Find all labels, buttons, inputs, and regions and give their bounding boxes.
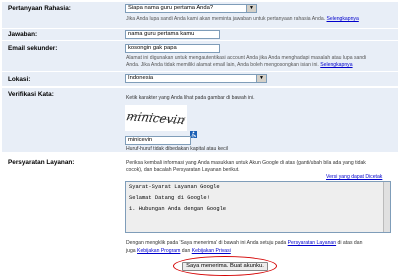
secondary-email-help-link[interactable]: Selengkapnya — [320, 62, 352, 68]
security-question-help-text: Jika Anda lupa sandi Anda kami akan memi… — [126, 16, 326, 22]
agree-line2: juga Kebijakan Program dan Kebijakan Pri… — [126, 248, 231, 254]
privacy-policy-link[interactable]: Kebijakan Privasi — [192, 248, 231, 254]
word-verification-label: Verifikasi Kata: — [8, 91, 54, 98]
agree-middle: di atas dan — [336, 240, 363, 246]
tos-line: 1. Hubungan Anda dengan Google — [129, 206, 227, 212]
secondary-email-help-line2: Anda. Jika Anda tidak memiliki alamat em… — [126, 62, 353, 68]
terms-label: Persyaratan Layanan: — [8, 159, 75, 166]
agree-tos-link[interactable]: Persyaratan Layanan — [288, 240, 336, 246]
tos-scrollbar[interactable] — [383, 182, 390, 232]
captcha-text: minicevin — [125, 109, 186, 127]
secondary-email-help-line1: Alamat ini digunakan untuk mengautentika… — [126, 55, 367, 61]
terms-of-service-box[interactable]: Syarat-Syarat Layanan Google Selamat Dat… — [125, 181, 391, 233]
location-label: Lokasi: — [8, 76, 31, 83]
wheelchair-icon[interactable] — [190, 125, 197, 138]
terms-instruction-line2: cocok), dan bacalah Persyaratan Layanan … — [126, 167, 240, 173]
answer-input[interactable]: nama guru pertama kamu — [125, 30, 220, 39]
secondary-email-input[interactable]: kosongin gak papa — [125, 44, 220, 53]
secondary-email-label: Email sekunder: — [8, 45, 58, 52]
program-policy-link[interactable]: Kebijakan Program — [137, 248, 180, 254]
captcha-image: minicevin — [125, 105, 187, 131]
word-verification-instruction: Ketik karakter yang Anda lihat pada gamb… — [126, 95, 255, 101]
agree-also: juga — [126, 248, 138, 254]
chevron-down-icon: ▼ — [256, 75, 266, 82]
answer-label: Jawaban: — [8, 31, 38, 38]
agree-prefix: Dengan mengklik pada 'Saya menerima' di … — [126, 240, 288, 246]
print-version-link[interactable]: Versi yang dapat Dicetak — [326, 174, 382, 180]
captcha-input[interactable]: minicevin — [125, 136, 191, 145]
secondary-email-help-text: Anda. Jika Anda tidak memiliki alamat em… — [126, 62, 319, 68]
captcha-note: Huruf-huruf tidak dibedakan kapital atau… — [126, 146, 228, 152]
chevron-down-icon: ▼ — [246, 5, 256, 12]
location-selected: Indonesia — [128, 75, 154, 81]
location-select[interactable]: Indonesia ▼ — [125, 74, 267, 83]
security-question-help-link[interactable]: Selengkapnya — [327, 16, 359, 22]
security-question-label: Pertanyaan Rahasia: — [8, 5, 71, 12]
security-question-selected: Siapa nama guru pertama Anda? — [128, 5, 214, 11]
terms-instruction-line1: Periksa kembali informasi yang Anda masu… — [126, 160, 366, 166]
security-question-select[interactable]: Siapa nama guru pertama Anda? ▼ — [125, 4, 257, 13]
agree-line1: Dengan mengklik pada 'Saya menerima' di … — [126, 240, 362, 246]
agree-and: dan — [180, 248, 192, 254]
highlight-ellipse — [173, 256, 277, 276]
security-question-help: Jika Anda lupa sandi Anda kami akan memi… — [126, 16, 359, 22]
